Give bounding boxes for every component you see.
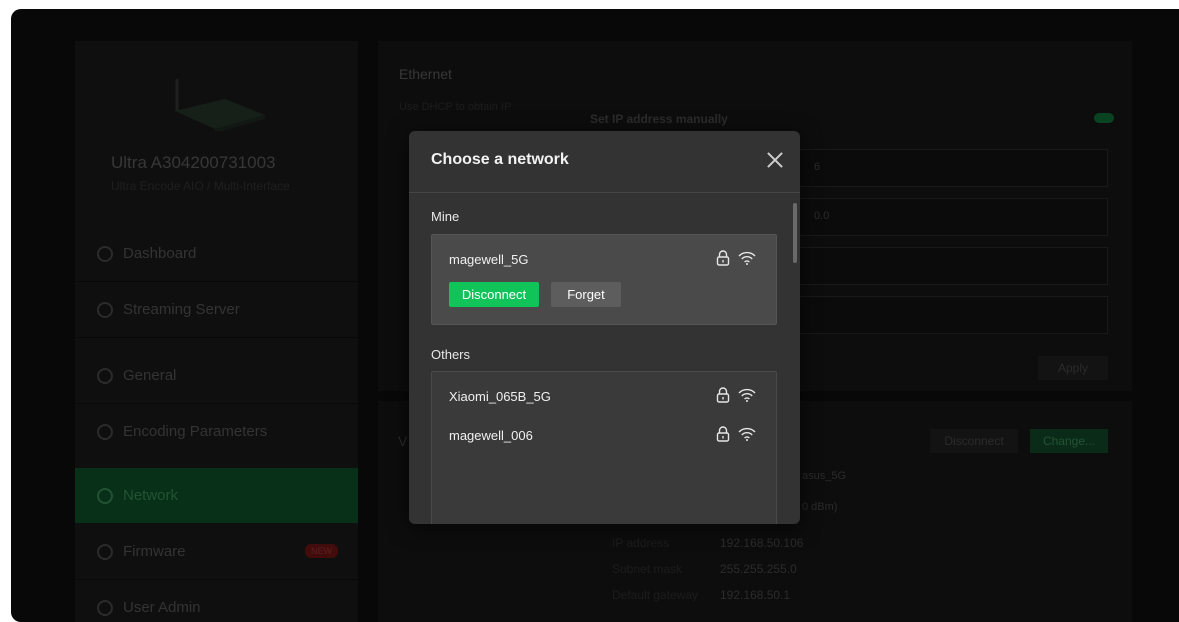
wifi-icon (738, 251, 756, 265)
lock-icon (716, 426, 730, 442)
other-networks-list: Xiaomi_065B_5G magewell_006 (431, 371, 777, 524)
lock-icon (716, 250, 730, 266)
network-item-magewell-006[interactable]: magewell_006 (449, 428, 533, 443)
network-name: magewell_5G (449, 252, 529, 267)
wifi-icon (738, 388, 756, 402)
disconnect-button[interactable]: Disconnect (449, 282, 539, 307)
divider (409, 192, 800, 193)
close-icon[interactable] (764, 149, 786, 171)
forget-button[interactable]: Forget (551, 282, 621, 307)
dialog-title: Choose a network (431, 151, 569, 168)
network-item-xiaomi[interactable]: Xiaomi_065B_5G (449, 389, 551, 404)
dialog-scrollbar[interactable] (793, 203, 797, 263)
lock-icon (716, 387, 730, 403)
wifi-icon (738, 427, 756, 441)
mine-section-label: Mine (431, 209, 460, 224)
network-item-current[interactable]: magewell_5G Disconnect Forget (431, 234, 777, 325)
choose-network-dialog: Choose a network Mine magewell_5G Discon… (409, 131, 800, 524)
others-section-label: Others (431, 347, 471, 362)
